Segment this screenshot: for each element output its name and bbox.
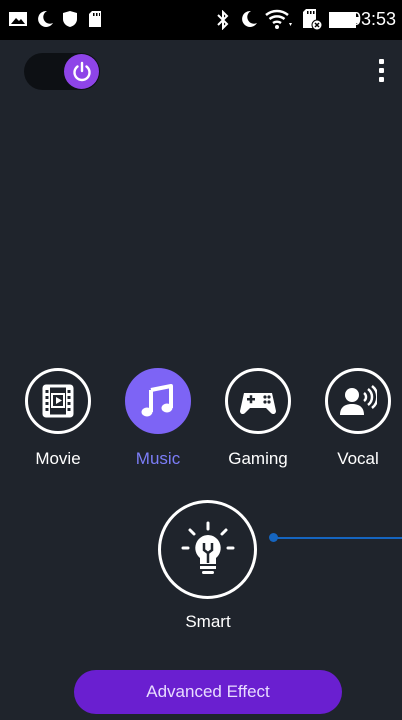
mode-circle[interactable] — [125, 368, 191, 434]
mode-label: Vocal — [337, 449, 379, 468]
wifi-icon — [265, 9, 292, 29]
mode-label: Music — [135, 449, 181, 468]
lightbulb-icon — [181, 521, 234, 574]
moon-icon — [38, 10, 53, 27]
mode-circle[interactable] — [25, 368, 91, 434]
status-bar: 03:53 — [0, 0, 402, 40]
shield-icon — [63, 11, 77, 27]
speaker-voice-icon — [340, 385, 377, 415]
film-icon — [42, 384, 74, 418]
smart-mode[interactable]: Smart — [158, 500, 258, 632]
music-note-icon — [141, 384, 173, 417]
mode-vocal[interactable]: Vocal — [322, 368, 394, 469]
smart-slider-track[interactable] — [276, 537, 402, 539]
mode-music[interactable]: Music — [122, 368, 194, 469]
more-options-button[interactable] — [374, 59, 388, 85]
mode-gaming[interactable]: Gaming — [222, 368, 294, 469]
mode-label: Gaming — [228, 449, 288, 468]
sd-card-icon — [89, 11, 101, 27]
smart-circle[interactable] — [158, 500, 257, 599]
mode-circle[interactable] — [325, 368, 391, 434]
smart-label: Smart — [185, 612, 231, 631]
advanced-effect-button[interactable]: Advanced Effect — [74, 670, 342, 714]
power-icon — [72, 61, 91, 81]
sim-icon — [303, 9, 323, 31]
image-icon — [9, 12, 27, 26]
status-time: 03:53 — [350, 9, 396, 29]
mode-label: Movie — [35, 449, 81, 468]
power-toggle-knob[interactable] — [64, 54, 99, 89]
gamepad-icon — [240, 393, 276, 415]
mode-movie[interactable]: Movie — [22, 368, 94, 469]
bluetooth-icon — [217, 10, 229, 30]
moon-icon — [242, 10, 257, 27]
mode-circle[interactable] — [225, 368, 291, 434]
